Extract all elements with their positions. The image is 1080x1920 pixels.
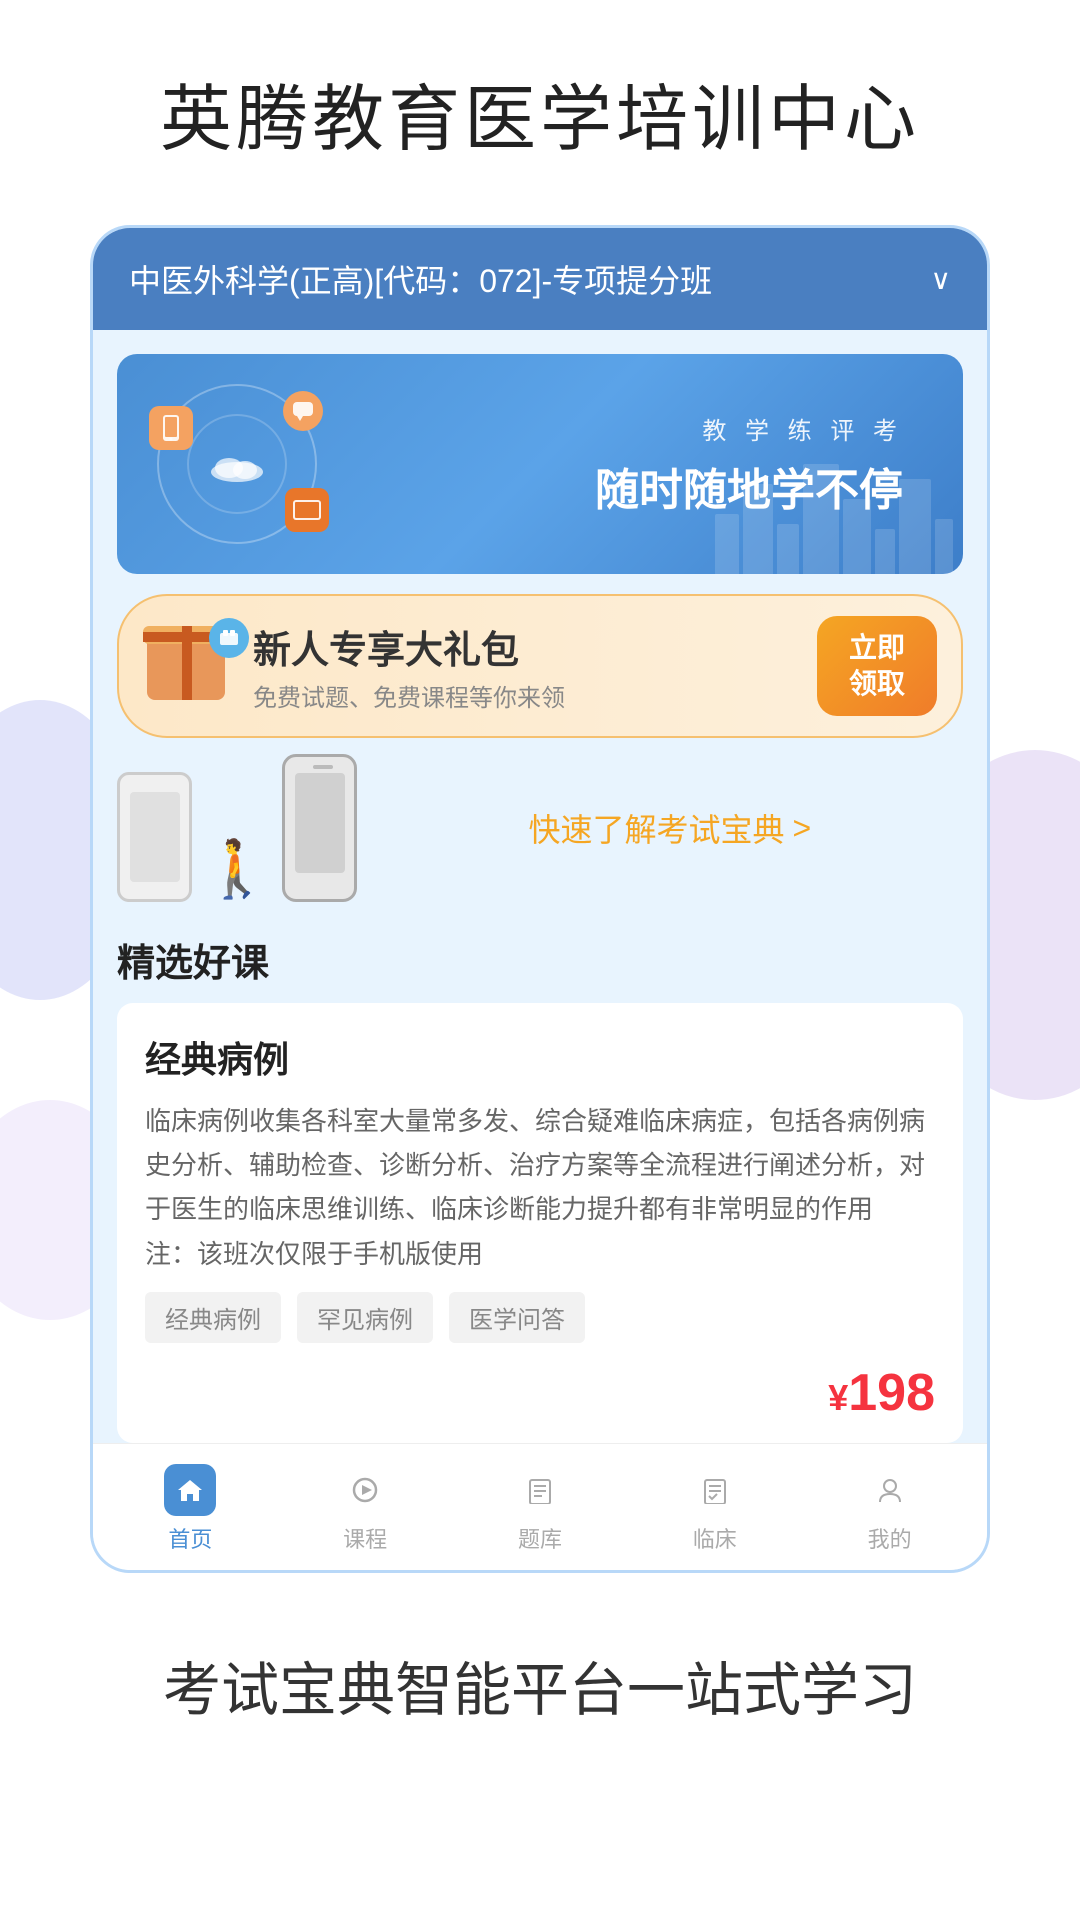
city-silhouette bbox=[715, 464, 953, 574]
gift-btn-line2: 领取 bbox=[849, 666, 905, 702]
page-title: 英腾教育医学培训中心 bbox=[40, 60, 1040, 165]
gift-text-area: 新人专享大礼包 免费试题、免费课程等你来领 bbox=[253, 619, 797, 713]
course-card-description: 临床病例收集各科室大量常多发、综合疑难临床病症，包括各病例病史分析、辅助检查、诊… bbox=[145, 1099, 935, 1276]
clinical-icon bbox=[689, 1464, 741, 1516]
footer-title: 考试宝典智能平台一站式学习 bbox=[40, 1643, 1040, 1727]
phone-mockup-small bbox=[117, 772, 192, 902]
phone-card: 中医外科学(正高)[代码：072]-专项提分班 ∨ bbox=[90, 225, 990, 1573]
nav-label-questions: 题库 bbox=[518, 1522, 562, 1554]
gift-subtitle: 免费试题、免费课程等你来领 bbox=[253, 678, 797, 713]
person-figure: 🚶 bbox=[202, 836, 272, 902]
study-guide-text: 快速了解考试宝典 bbox=[529, 805, 785, 851]
section-title: 精选好课 bbox=[117, 932, 963, 987]
study-guide-link[interactable]: 快速了解考试宝典 > bbox=[377, 805, 963, 851]
nav-item-questions[interactable]: 题库 bbox=[490, 1464, 590, 1554]
nav-label-clinical: 临床 bbox=[693, 1522, 737, 1554]
course-price: ¥198 bbox=[145, 1363, 935, 1423]
course-card-title: 经典病例 bbox=[145, 1031, 935, 1083]
course-tag-0: 经典病例 bbox=[145, 1292, 281, 1343]
gift-banner[interactable]: 新人专享大礼包 免费试题、免费课程等你来领 立即 领取 bbox=[117, 594, 963, 738]
cloud-icon bbox=[207, 444, 267, 484]
study-guide-section: 🚶 快速了解考试宝典 > bbox=[117, 754, 963, 902]
gift-title: 新人专享大礼包 bbox=[253, 619, 797, 674]
questions-icon bbox=[514, 1464, 566, 1516]
nav-label-courses: 课程 bbox=[343, 1522, 387, 1554]
gift-btn-line1: 立即 bbox=[849, 630, 905, 666]
course-tag-1: 罕见病例 bbox=[297, 1292, 433, 1343]
nav-item-profile[interactable]: 我的 bbox=[840, 1464, 940, 1554]
nav-item-clinical[interactable]: 临床 bbox=[665, 1464, 765, 1554]
course-selector-header[interactable]: 中医外科学(正高)[代码：072]-专项提分班 ∨ bbox=[93, 228, 987, 330]
page-footer: 考试宝典智能平台一站式学习 bbox=[0, 1593, 1080, 1787]
banner-circle-inner bbox=[187, 414, 287, 514]
banner-circle bbox=[157, 384, 317, 544]
course-card[interactable]: 经典病例 临床病例收集各科室大量常多发、综合疑难临床病症，包括各病例病史分析、辅… bbox=[117, 1003, 963, 1443]
nav-item-home[interactable]: 首页 bbox=[140, 1464, 240, 1554]
phone-mockup-tall bbox=[282, 754, 357, 902]
bottom-navigation: 首页 课程 题库 临床 我的 bbox=[93, 1443, 987, 1570]
phone-icon bbox=[149, 406, 193, 450]
gift-claim-button[interactable]: 立即 领取 bbox=[817, 616, 937, 716]
courses-icon bbox=[339, 1464, 391, 1516]
gift-floating-icon bbox=[209, 618, 249, 658]
main-banner[interactable]: 教 学 练 评 考 随时随地学不停 bbox=[117, 354, 963, 574]
nav-label-profile: 我的 bbox=[868, 1522, 912, 1554]
arrow-icon: > bbox=[793, 810, 812, 847]
chevron-down-icon: ∨ bbox=[931, 263, 952, 296]
price-symbol: ¥ bbox=[828, 1377, 848, 1418]
nav-label-home: 首页 bbox=[168, 1522, 212, 1554]
banner-subtitle: 教 学 练 评 考 bbox=[702, 411, 903, 446]
course-tag-2: 医学问答 bbox=[449, 1292, 585, 1343]
gift-icon-area bbox=[143, 626, 233, 706]
phone-mockup-area: 🚶 bbox=[117, 754, 357, 902]
course-selector-text: 中医外科学(正高)[代码：072]-专项提分班 bbox=[129, 256, 712, 302]
home-icon bbox=[164, 1464, 216, 1516]
profile-icon bbox=[864, 1464, 916, 1516]
nav-item-courses[interactable]: 课程 bbox=[315, 1464, 415, 1554]
page-header: 英腾教育医学培训中心 bbox=[0, 0, 1080, 205]
tablet-icon bbox=[285, 488, 329, 532]
course-tags: 经典病例 罕见病例 医学问答 bbox=[145, 1292, 935, 1343]
price-value: 198 bbox=[848, 1364, 935, 1422]
chat-icon bbox=[283, 391, 323, 431]
